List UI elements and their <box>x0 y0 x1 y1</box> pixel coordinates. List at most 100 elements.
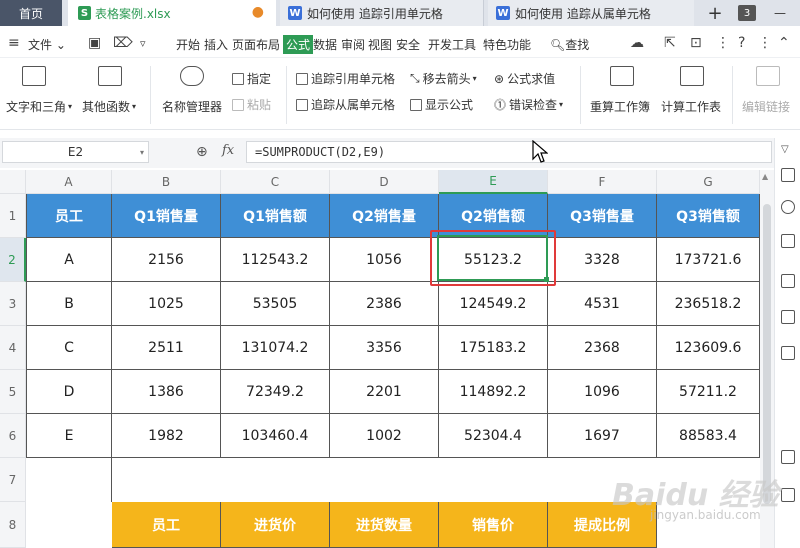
table-cell[interactable]: 57211.2 <box>657 370 760 414</box>
shape-icon[interactable] <box>781 200 795 214</box>
tab-count-badge[interactable]: 3 <box>738 5 756 21</box>
menu-search[interactable]: 🔍︎查找 <box>550 36 589 53</box>
row-header[interactable]: 3 <box>0 282 26 326</box>
evaluate-formula-button[interactable]: ⊛ 公式求值 <box>494 70 555 87</box>
row-header[interactable]: 6 <box>0 414 26 458</box>
format-painter-icon[interactable]: ⌦ <box>113 35 133 51</box>
table-cell[interactable]: 1386 <box>112 370 221 414</box>
table-cell[interactable]: 112543.2 <box>221 238 330 282</box>
table-cell[interactable]: 2156 <box>112 238 221 282</box>
tab-home[interactable]: 首页 <box>0 0 62 26</box>
table-cell[interactable]: 1056 <box>330 238 439 282</box>
menu-security[interactable]: 安全 <box>396 36 420 53</box>
table2-header-cell[interactable]: 员工 <box>112 502 221 548</box>
export-icon[interactable]: ⊡ <box>690 35 702 51</box>
table-cell[interactable]: 175183.2 <box>439 326 548 370</box>
tab-doc-trace-precedents[interactable]: W 如何使用 追踪引用单元格 <box>280 0 484 26</box>
formula-input[interactable]: =SUMPRODUCT(D2,E9) <box>246 141 772 163</box>
edit-links-button[interactable]: 编辑链接 <box>742 98 790 115</box>
table-cell[interactable]: 114892.2 <box>439 370 548 414</box>
calc-sheet-button[interactable]: 计算工作表 <box>661 98 721 115</box>
style-icon[interactable] <box>781 234 795 248</box>
empty-cell[interactable] <box>221 458 330 502</box>
zoom-icon[interactable]: ⊕ <box>196 144 208 160</box>
row-header[interactable]: 8 <box>0 502 26 548</box>
table-cell[interactable]: C <box>26 326 112 370</box>
menu-insert[interactable]: 插入 <box>204 36 228 53</box>
row-header[interactable]: 4 <box>0 326 26 370</box>
menu-formula[interactable]: 公式 <box>283 35 314 54</box>
table-cell[interactable]: 124549.2 <box>439 282 548 326</box>
more-options-icon[interactable]: ⋮ <box>716 35 730 51</box>
fx-icon[interactable]: fx <box>222 143 234 158</box>
empty-cell[interactable] <box>26 502 112 548</box>
column-header[interactable]: B <box>112 170 221 194</box>
recalc-workbook-button[interactable]: 重算工作簿 <box>590 98 650 115</box>
row-header[interactable]: 5 <box>0 370 26 414</box>
other-functions-button[interactable]: 其他函数 ▾ <box>82 98 136 115</box>
table-header-cell[interactable]: Q3销售量 <box>548 194 657 238</box>
table-cell[interactable]: 1096 <box>548 370 657 414</box>
trace-dependents-button[interactable]: 追踪从属单元格 <box>296 96 395 113</box>
name-box[interactable]: E2 ▾ <box>2 141 149 163</box>
table-cell[interactable]: 3356 <box>330 326 439 370</box>
table-cell[interactable]: 1025 <box>112 282 221 326</box>
more-dots-icon[interactable]: ⋮ <box>758 35 772 51</box>
empty-cell[interactable] <box>112 458 221 502</box>
scrollbar-thumb[interactable] <box>763 204 771 504</box>
column-header-selected[interactable]: E <box>439 170 548 194</box>
new-tab-plus-icon[interactable]: + <box>704 0 726 26</box>
share-icon[interactable]: ⇱ <box>664 35 676 51</box>
column-header[interactable]: D <box>330 170 439 194</box>
menu-features[interactable]: 特色功能 <box>483 36 531 53</box>
table-cell[interactable]: 4531 <box>548 282 657 326</box>
panel-collapse-icon[interactable]: ▽ <box>781 144 795 158</box>
table-cell[interactable]: 103460.4 <box>221 414 330 458</box>
table-header-cell[interactable]: Q3销售额 <box>657 194 760 238</box>
table-cell[interactable]: 53505 <box>221 282 330 326</box>
table-header-cell[interactable]: Q1销售额 <box>221 194 330 238</box>
table-header-cell[interactable]: Q1销售量 <box>112 194 221 238</box>
empty-cell[interactable] <box>439 458 548 502</box>
chart-icon[interactable] <box>781 346 795 360</box>
table-cell[interactable]: 2511 <box>112 326 221 370</box>
table-cell[interactable]: E <box>26 414 112 458</box>
table-cell[interactable]: A <box>26 238 112 282</box>
table-cell[interactable]: 72349.2 <box>221 370 330 414</box>
fill-handle[interactable] <box>544 277 549 282</box>
table-cell[interactable]: 236518.2 <box>657 282 760 326</box>
table-cell[interactable]: 3328 <box>548 238 657 282</box>
table-cell[interactable]: 1982 <box>112 414 221 458</box>
table-grid-icon[interactable] <box>781 274 795 288</box>
menu-page-layout[interactable]: 页面布局 <box>232 36 280 53</box>
hamburger-menu-icon[interactable]: ≡ <box>8 35 20 51</box>
minimize-icon[interactable]: — <box>770 0 790 26</box>
name-manager-button[interactable]: 名称管理器 <box>162 98 222 115</box>
menu-dev-tools[interactable]: 开发工具 <box>428 36 476 53</box>
table-cell[interactable]: B <box>26 282 112 326</box>
table-cell[interactable]: 1002 <box>330 414 439 458</box>
table-cell[interactable]: 52304.4 <box>439 414 548 458</box>
empty-cell[interactable] <box>26 458 112 502</box>
column-header[interactable]: C <box>221 170 330 194</box>
menu-data[interactable]: 数据 <box>313 36 337 53</box>
select-all-corner[interactable] <box>0 170 26 194</box>
paste-name-button[interactable]: 粘贴 <box>232 96 271 113</box>
backup-icon[interactable] <box>781 488 795 502</box>
table-cell[interactable]: 2201 <box>330 370 439 414</box>
math-trig-button[interactable]: 文字和三角 ▾ <box>6 98 72 115</box>
table2-header-cell[interactable]: 进货价 <box>221 502 330 548</box>
table-cell[interactable]: 88583.4 <box>657 414 760 458</box>
table-header-cell[interactable]: Q2销售量 <box>330 194 439 238</box>
table-cell[interactable]: 2386 <box>330 282 439 326</box>
save-icon[interactable]: ▣ <box>88 35 101 51</box>
menu-view[interactable]: 视图 <box>368 36 392 53</box>
cloud-sync-icon[interactable]: ☁ <box>630 35 644 51</box>
select-tool-icon[interactable] <box>781 168 795 182</box>
apps-icon[interactable] <box>781 310 795 324</box>
empty-cell[interactable] <box>330 458 439 502</box>
table-cell[interactable]: 123609.6 <box>657 326 760 370</box>
table-cell[interactable]: 2368 <box>548 326 657 370</box>
table-cell[interactable]: 173721.6 <box>657 238 760 282</box>
table-cell[interactable]: 131074.2 <box>221 326 330 370</box>
